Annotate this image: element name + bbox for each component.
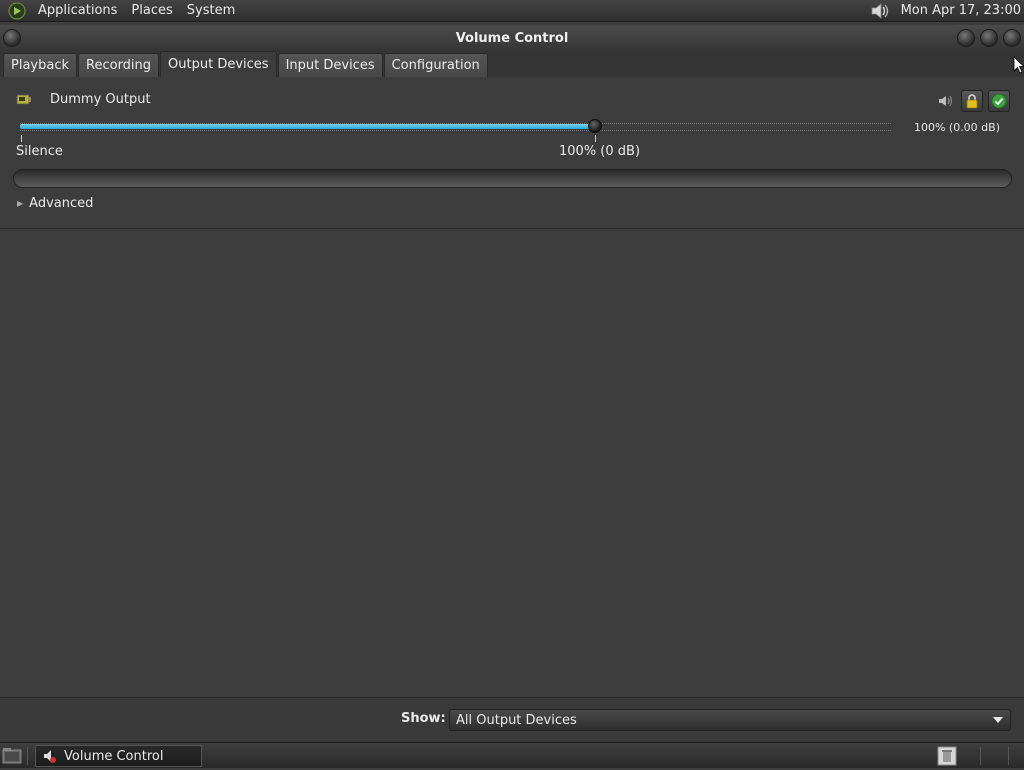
full-volume-tick xyxy=(595,135,596,142)
gnome-foot-icon[interactable] xyxy=(7,1,27,21)
clock[interactable]: Mon Apr 17, 23:00 xyxy=(901,3,1024,18)
volume-icon[interactable] xyxy=(869,1,891,21)
show-desktop-icon[interactable] xyxy=(2,747,22,765)
tab-bar: Playback Recording Output Devices Input … xyxy=(0,51,1024,77)
menu-places[interactable]: Places xyxy=(124,3,179,18)
peak-level-meter xyxy=(13,169,1012,188)
mouse-cursor-icon xyxy=(1013,56,1024,74)
show-bar: Show: All Output Devices xyxy=(0,697,1024,742)
chevron-down-icon xyxy=(993,717,1003,723)
advanced-label: Advanced xyxy=(29,196,94,211)
lock-channels-button[interactable] xyxy=(961,90,983,112)
volume-readout: 100% (0.00 dB) xyxy=(913,121,1000,134)
silence-label: Silence xyxy=(16,144,63,159)
menu-applications[interactable]: Applications xyxy=(31,3,124,18)
device-name: Dummy Output xyxy=(50,92,151,107)
workspace-separator xyxy=(1008,747,1009,765)
maximize-button[interactable] xyxy=(980,29,998,47)
menu-system[interactable]: System xyxy=(180,3,242,18)
panel-tray: Mon Apr 17, 23:00 xyxy=(869,1,1024,21)
app-volume-icon xyxy=(44,750,56,763)
workspace-separator xyxy=(980,747,981,765)
tab-output-devices[interactable]: Output Devices xyxy=(160,51,277,77)
set-default-button[interactable] xyxy=(988,90,1010,112)
sound-card-icon xyxy=(16,93,32,107)
silence-tick xyxy=(21,135,22,142)
window-title: Volume Control xyxy=(455,30,569,46)
taskbar-task-label: Volume Control xyxy=(64,748,164,764)
taskbar-volume-control[interactable]: Volume Control xyxy=(35,745,202,767)
window-menu-button[interactable] xyxy=(3,29,21,47)
taskbar-separator xyxy=(27,747,28,765)
advanced-expander[interactable]: ▶ Advanced xyxy=(17,196,93,211)
show-dropdown-value: All Output Devices xyxy=(456,712,577,728)
tab-input-devices[interactable]: Input Devices xyxy=(277,53,383,77)
expander-arrow-icon: ▶ xyxy=(17,199,24,208)
close-button[interactable] xyxy=(1003,29,1021,47)
tab-configuration[interactable]: Configuration xyxy=(383,53,488,77)
tab-playback[interactable]: Playback xyxy=(3,53,78,77)
speaker-icon xyxy=(939,95,953,107)
output-devices-panel: Dummy Output 100% (0.00 dB) Silence 100%… xyxy=(0,77,1024,697)
volume-slider-handle[interactable] xyxy=(587,119,602,133)
checkmark-icon xyxy=(991,93,1007,109)
lock-icon xyxy=(966,94,978,109)
volume-slider-fill xyxy=(20,124,595,129)
window-titlebar[interactable]: Volume Control xyxy=(0,25,1024,51)
trash-icon[interactable] xyxy=(937,746,957,766)
tab-recording[interactable]: Recording xyxy=(78,53,160,77)
minimize-button[interactable] xyxy=(957,29,975,47)
mute-button[interactable] xyxy=(935,90,957,112)
full-volume-label: 100% (0 dB) xyxy=(559,144,641,159)
bottom-taskbar: Volume Control xyxy=(0,742,1024,768)
show-label: Show: xyxy=(401,711,446,726)
show-dropdown[interactable]: All Output Devices xyxy=(449,709,1011,731)
top-panel: Applications Places System Mon Apr 17, 2… xyxy=(0,0,1024,22)
separator xyxy=(0,228,1024,229)
